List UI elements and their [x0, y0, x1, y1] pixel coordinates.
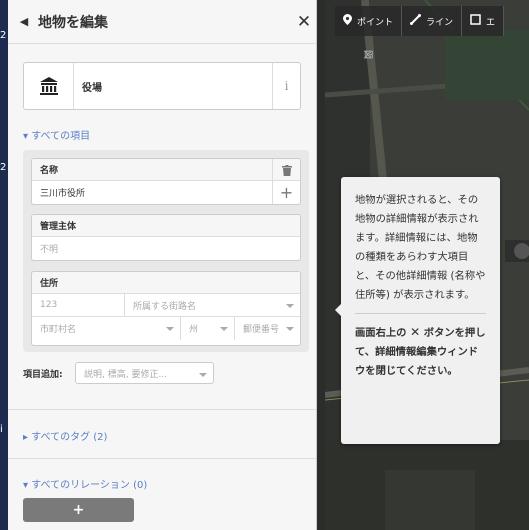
all-relations-toggle[interactable]: ▾ すべてのリレーション (0) [23, 476, 147, 491]
background-window-strip: 2 2 i [0, 0, 8, 530]
info-icon[interactable]: i [272, 63, 300, 109]
all-tags-toggle[interactable]: ▸ すべてのタグ (2) [23, 428, 107, 443]
add-localized-name-icon[interactable]: + [272, 181, 300, 204]
strip-mark: i [0, 424, 3, 435]
add-line-button[interactable]: ライン [402, 6, 463, 36]
close-icon: ✕ [410, 325, 421, 339]
svg-text:図: 図 [362, 50, 373, 59]
fields-container: 名称 三川市役所 + 管理主体 不明 住所 123 所属する街路名 市町村名 州… [23, 150, 309, 352]
tooltip-arrow [335, 304, 341, 316]
operator-field-label: 管理主体 [32, 215, 300, 237]
strip-mark: 2 [0, 30, 7, 41]
operator-field: 管理主体 不明 [31, 214, 301, 261]
chevron-down-icon [286, 304, 294, 308]
panel-title: 地物を編集 [38, 14, 108, 31]
chevron-down-icon [220, 327, 228, 331]
add-point-button[interactable]: ポイント [335, 6, 403, 36]
divider [8, 409, 316, 410]
area-label: エ [486, 17, 496, 28]
chevron-down-icon [199, 373, 207, 377]
all-fields-toggle[interactable]: ▾ すべての項目 [23, 127, 90, 142]
add-field-placeholder: 説明, 標高, 要修正... [84, 369, 168, 380]
name-field: 名称 三川市役所 + [31, 158, 301, 205]
tooltip-separator [355, 313, 486, 314]
point-icon [343, 14, 352, 28]
name-input[interactable]: 三川市役所 [32, 186, 85, 199]
close-icon[interactable]: ✕ [294, 12, 314, 32]
trash-icon[interactable] [272, 159, 300, 181]
preset-name: 役場 [82, 82, 102, 94]
operator-input[interactable]: 不明 [32, 242, 58, 255]
strip-mark: 2 [0, 162, 7, 173]
divider [8, 458, 316, 459]
state-placeholder: 州 [189, 325, 199, 335]
city-placeholder: 市町村名 [40, 325, 77, 335]
name-field-label: 名称 [40, 166, 59, 176]
sidebar-header: ◀ 地物を編集 ✕ [8, 0, 316, 44]
tooltip-action: 画面右上の ✕ ボタンを押して、詳細情報編集ウィンドウを閉じてください。 [355, 323, 486, 381]
state-input[interactable]: 州 [181, 317, 235, 340]
chevron-down-icon [286, 327, 294, 331]
chevron-down-icon [166, 327, 174, 331]
point-label: ポイント [357, 17, 394, 28]
street-placeholder: 所属する街路名 [133, 301, 197, 312]
add-area-button[interactable]: エ [462, 6, 505, 36]
add-relation-button[interactable]: + [23, 498, 134, 522]
line-icon [410, 14, 422, 28]
map-toolbar: ポイント ライン エ [335, 6, 505, 36]
postcode-placeholder: 郵便番号 [243, 325, 280, 335]
feature-editor-sidebar: ◀ 地物を編集 ✕ 役場 i ▾ すべての項目 名称 三川市役所 + 管理主体 … [8, 0, 317, 530]
back-arrow-icon[interactable]: ◀ [10, 15, 38, 28]
city-input[interactable]: 市町村名 [32, 317, 181, 340]
add-field-combo[interactable]: 説明, 標高, 要修正... [75, 362, 214, 384]
address-field-label: 住所 [32, 272, 300, 294]
address-field: 住所 123 所属する街路名 市町村名 州 郵便番号 [31, 271, 301, 346]
add-field-row: 項目追加: 説明, 標高, 要修正... [23, 362, 214, 384]
tooltip-action-pre: 画面右上の [355, 327, 407, 339]
townhall-icon [24, 63, 74, 109]
tooltip-body: 地物が選択されると、その地物の詳細情報が表示されます。詳細情報には、地物の種類を… [355, 194, 486, 301]
walkthrough-tooltip: 地物が選択されると、その地物の詳細情報が表示されます。詳細情報には、地物の種類を… [335, 177, 500, 444]
preset-card[interactable]: 役場 i [23, 62, 301, 110]
street-input[interactable]: 所属する街路名 [125, 294, 300, 316]
postcode-input[interactable]: 郵便番号 [235, 317, 300, 340]
housenumber-input[interactable]: 123 [32, 294, 125, 316]
add-field-label: 項目追加: [23, 369, 63, 380]
area-icon [470, 14, 481, 28]
line-label: ライン [426, 17, 454, 28]
